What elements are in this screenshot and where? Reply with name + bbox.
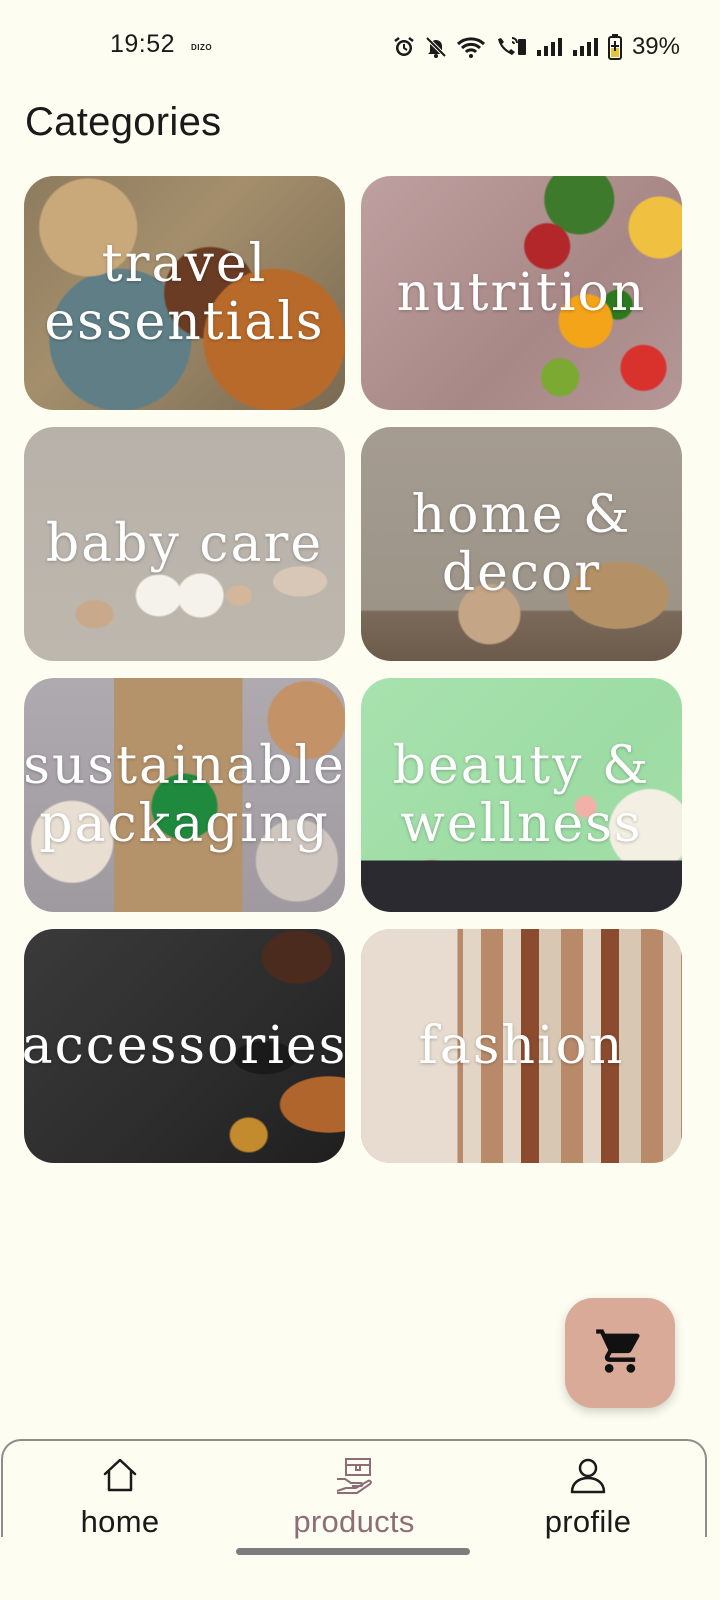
- category-card-nutrition[interactable]: nutrition: [361, 176, 682, 410]
- category-label: accessories: [24, 1016, 345, 1076]
- products-icon: [334, 1455, 374, 1500]
- category-label: beauty & wellness: [392, 736, 651, 854]
- category-label: nutrition: [396, 263, 647, 323]
- category-card-travel-essentials[interactable]: travel essentials: [24, 176, 345, 410]
- nav-label-products: products: [293, 1504, 415, 1539]
- mute-icon: [424, 35, 448, 59]
- category-card-sustainable-packaging[interactable]: sustainable packaging: [24, 678, 345, 912]
- wifi-icon: [456, 35, 486, 59]
- category-card-baby-care[interactable]: baby care: [24, 427, 345, 661]
- cart-button[interactable]: [565, 1298, 675, 1408]
- cart-icon: [594, 1325, 646, 1382]
- category-card-accessories[interactable]: accessories: [24, 929, 345, 1163]
- category-label: travel essentials: [44, 234, 325, 352]
- page-title: Categories: [25, 100, 222, 144]
- signal-icon: [536, 35, 564, 59]
- battery-charging-icon: [607, 34, 622, 60]
- alarm-icon: [392, 35, 416, 59]
- volte-icon: [494, 35, 528, 59]
- category-label: fashion: [418, 1016, 625, 1076]
- battery-percentage: 39%: [631, 33, 680, 60]
- profile-icon: [568, 1455, 608, 1500]
- signal-icon: [572, 35, 600, 59]
- nav-label-profile: profile: [544, 1504, 632, 1539]
- status-time: 19:52: [110, 30, 176, 58]
- category-card-fashion[interactable]: fashion: [361, 929, 682, 1163]
- status-icons: 39%: [392, 32, 680, 62]
- nav-item-profile[interactable]: profile: [471, 1441, 705, 1539]
- nav-item-home[interactable]: home: [3, 1441, 237, 1539]
- category-label: baby care: [45, 514, 324, 574]
- status-carrier: DIZO: [191, 43, 213, 52]
- category-card-home-decor[interactable]: home & decor: [361, 427, 682, 661]
- category-grid: travel essentials nutrition baby care ho…: [24, 176, 696, 1163]
- nav-label-home: home: [80, 1504, 160, 1539]
- category-label: home & decor: [411, 485, 632, 603]
- bottom-navigation: home products profile: [1, 1439, 707, 1539]
- category-card-beauty-wellness[interactable]: beauty & wellness: [361, 678, 682, 912]
- home-icon: [100, 1455, 140, 1500]
- nav-item-products[interactable]: products: [237, 1441, 471, 1539]
- category-label: sustainable packaging: [24, 736, 345, 854]
- status-bar: 19:52 DIZO 39%: [0, 0, 720, 96]
- gesture-bar[interactable]: [236, 1548, 470, 1555]
